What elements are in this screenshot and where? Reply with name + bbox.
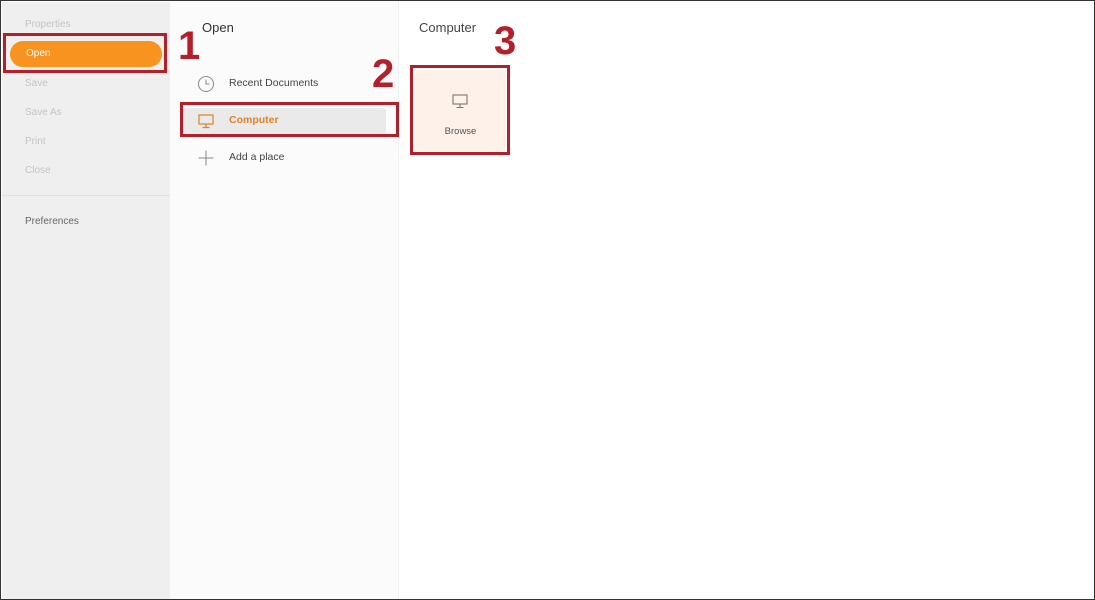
annotation-number-2: 2: [372, 52, 395, 96]
annotation-number-1: 1: [178, 24, 201, 68]
place-add-a-place[interactable]: Add a place: [182, 145, 386, 171]
place-recent-documents-label: Recent Documents: [229, 77, 319, 89]
app-window: Properties Open Save Save As Print Close…: [0, 0, 1095, 600]
clock-icon: [198, 76, 214, 92]
annotation-box-1: [3, 33, 167, 73]
open-places-panel: Open Recent Documents Computer Add a pla…: [170, 2, 399, 599]
place-recent-documents[interactable]: Recent Documents: [182, 71, 386, 97]
sidebar-item-save[interactable]: Save: [25, 78, 48, 89]
annotation-box-3: [410, 65, 510, 155]
annotation-number-3: 3: [494, 19, 517, 63]
annotation-box-2: [180, 102, 399, 137]
sidebar-item-properties[interactable]: Properties: [25, 19, 71, 30]
sidebar-item-print[interactable]: Print: [25, 136, 46, 147]
sidebar-item-close[interactable]: Close: [25, 165, 51, 176]
location-panel-title: Computer: [419, 20, 477, 35]
sidebar-item-preferences[interactable]: Preferences: [25, 216, 79, 227]
sidebar-divider: [2, 195, 170, 196]
plus-icon: [198, 150, 214, 166]
backstage-sidebar: Properties Open Save Save As Print Close…: [2, 2, 170, 599]
sidebar-item-save-as[interactable]: Save As: [25, 107, 62, 118]
place-add-a-place-label: Add a place: [229, 151, 285, 163]
open-panel-title: Open: [202, 20, 234, 35]
